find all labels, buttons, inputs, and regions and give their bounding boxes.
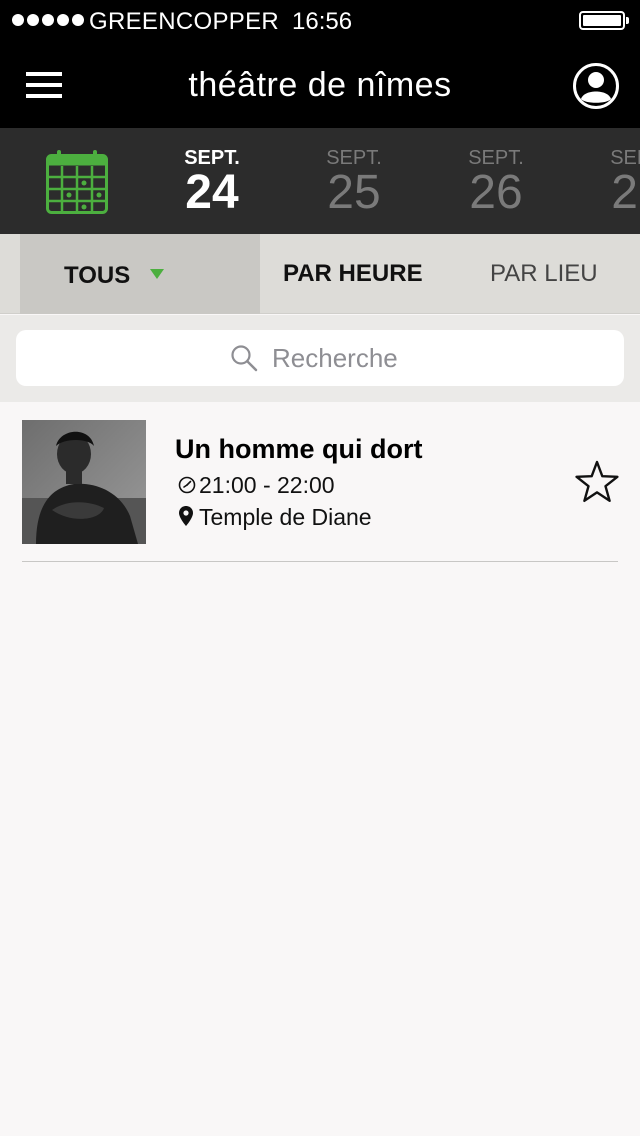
event-thumbnail: [22, 420, 146, 544]
search-input[interactable]: Recherche: [16, 330, 624, 386]
date-item-26[interactable]: SEPT. 26: [446, 148, 546, 218]
date-day: 24: [185, 166, 239, 219]
star-icon[interactable]: [575, 460, 619, 504]
search-area: Recherche: [0, 315, 640, 402]
battery-icon: [579, 11, 629, 30]
date-month: SEPT.: [468, 147, 524, 169]
filter-all-dropdown[interactable]: TOUS: [20, 234, 260, 314]
calendar-icon[interactable]: [46, 150, 108, 214]
location-pin-icon: [179, 506, 193, 526]
date-day: 25: [327, 166, 381, 219]
date-item-24[interactable]: SEPT. 24: [162, 148, 262, 218]
date-strip: SEPT. 24 SEPT. 25 SEPT. 26 SEPT. 27: [0, 128, 640, 234]
event-list-item[interactable]: Un homme qui dort 21:00 - 22:00 Temple d…: [22, 420, 619, 562]
filter-all-label: TOUS: [64, 262, 131, 289]
date-day: 27: [611, 166, 640, 219]
signal-dots-icon: [12, 14, 84, 26]
event-time: 21:00 - 22:00: [199, 472, 335, 498]
filter-by-time-tab[interactable]: PAR HEURE: [283, 260, 423, 288]
app-title: théâtre de nîmes: [188, 66, 452, 104]
search-placeholder: Recherche: [272, 343, 398, 373]
status-bar: GREENCOPPER 16:56: [0, 0, 640, 40]
date-month: SEPT.: [184, 147, 240, 169]
date-day: 26: [469, 166, 523, 219]
clock-icon: [178, 476, 196, 494]
nav-bar: théâtre de nîmes: [0, 40, 640, 128]
profile-icon[interactable]: [572, 62, 620, 110]
date-item-27[interactable]: SEPT. 27: [588, 148, 640, 218]
date-item-25[interactable]: SEPT. 25: [304, 148, 404, 218]
filter-bar: TOUS PAR HEURE PAR LIEU: [0, 234, 640, 314]
carrier-name: GREENCOPPER: [89, 8, 280, 35]
filter-by-place-tab[interactable]: PAR LIEU: [490, 260, 598, 288]
caret-down-icon: [150, 269, 164, 279]
event-place: Temple de Diane: [199, 504, 372, 530]
date-month: SEPT.: [610, 147, 640, 169]
date-month: SEPT.: [326, 147, 382, 169]
search-icon: [231, 345, 258, 372]
status-time: 16:56: [292, 8, 353, 35]
event-title: Un homme qui dort: [175, 434, 423, 464]
